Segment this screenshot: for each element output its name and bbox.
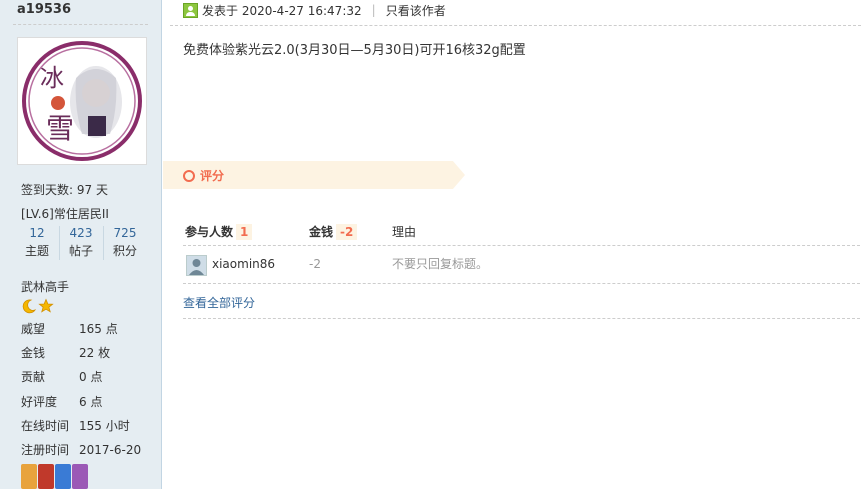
participants-count-badge: 1 bbox=[236, 224, 253, 240]
info-reputation: 好评度 6 点 bbox=[21, 393, 102, 411]
user-sidebar: a19536 冰 雪 签到天数: 97 天 [LV.6]常住居民II 12 主题… bbox=[0, 0, 162, 489]
divider bbox=[183, 318, 860, 319]
rating-row: xiaomin86 -2 不要只回复标题。 bbox=[183, 245, 860, 284]
rater-avatar-image bbox=[187, 256, 206, 275]
money-header-label: 金钱 bbox=[309, 225, 334, 239]
avatar-char-2: 雪 bbox=[46, 112, 74, 145]
info-value: 22 枚 bbox=[79, 346, 111, 360]
info-key: 好评度 bbox=[21, 395, 58, 409]
count-points-number[interactable]: 725 bbox=[103, 224, 147, 242]
info-register-time: 注册时间 2017-6-20 bbox=[21, 441, 141, 459]
avatar[interactable]: 冰 雪 bbox=[17, 37, 147, 165]
count-points[interactable]: 725 积分 bbox=[103, 224, 147, 262]
divider bbox=[13, 24, 148, 25]
count-posts-label: 帖子 bbox=[68, 244, 93, 258]
rater-avatar[interactable] bbox=[186, 255, 207, 276]
only-author-link[interactable]: 只看该作者 bbox=[386, 2, 446, 19]
money-header: 金钱 -2 bbox=[309, 223, 358, 240]
participants-header: 参与人数 1 bbox=[185, 223, 253, 240]
username-link[interactable]: a19536 bbox=[17, 2, 71, 17]
medals bbox=[21, 464, 88, 489]
info-money: 金钱 22 枚 bbox=[21, 344, 110, 362]
info-value: 165 点 bbox=[79, 322, 118, 336]
rank-stars bbox=[21, 298, 54, 314]
rating-table: 参与人数 1 金钱 -2 理由 xiaomin86 -2 不要只回复标题。 查看全部… bbox=[183, 218, 860, 319]
count-topics-label: 主题 bbox=[24, 244, 49, 258]
participants-header-label: 参与人数 bbox=[185, 225, 234, 239]
info-key: 金钱 bbox=[21, 346, 46, 360]
post-content: 免费体验紫光云2.0(3月30日—5月30日)可开16核32g配置 bbox=[183, 43, 526, 58]
post-time: 发表于 2020-4-27 16:47:32 bbox=[202, 3, 362, 18]
rating-ring-icon bbox=[183, 169, 195, 182]
info-value: 155 小时 bbox=[79, 419, 130, 433]
info-key: 威望 bbox=[21, 322, 46, 336]
count-topics-number[interactable]: 12 bbox=[15, 224, 59, 242]
info-contribution: 贡献 0 点 bbox=[21, 368, 102, 386]
medal-icon[interactable] bbox=[21, 464, 37, 489]
star-icon bbox=[38, 298, 54, 313]
user-level[interactable]: [LV.6]常住居民II bbox=[21, 205, 109, 222]
info-key: 贡献 bbox=[21, 370, 46, 384]
rating-table-header: 参与人数 1 金钱 -2 理由 bbox=[183, 218, 860, 245]
separator: | bbox=[371, 3, 376, 17]
info-value: 6 点 bbox=[79, 395, 103, 409]
info-online-time: 在线时间 155 小时 bbox=[21, 417, 130, 435]
rater-name-link[interactable]: xiaomin86 bbox=[212, 246, 275, 283]
count-points-label: 积分 bbox=[112, 244, 137, 258]
count-topics[interactable]: 12 主题 bbox=[15, 224, 59, 262]
info-key: 注册时间 bbox=[21, 443, 70, 457]
rating-title: 评分 bbox=[200, 169, 225, 183]
online-icon bbox=[183, 2, 198, 18]
info-value: 2017-6-20 bbox=[79, 443, 142, 457]
user-rank: 武林高手 bbox=[21, 280, 70, 294]
avatar-char-1: 冰 bbox=[40, 64, 64, 92]
user-counts: 12 主题 423 帖子 725 积分 bbox=[15, 224, 147, 262]
signin-days: 签到天数: 97 天 bbox=[21, 183, 108, 197]
medal-icon[interactable] bbox=[55, 464, 71, 489]
rater-money: -2 bbox=[309, 257, 321, 271]
count-posts[interactable]: 423 帖子 bbox=[59, 224, 103, 262]
post-header: 发表于 2020-4-27 16:47:32 | 只看该作者 bbox=[183, 0, 446, 20]
view-all-ratings-link[interactable]: 查看全部评分 bbox=[183, 294, 255, 311]
reason-header: 理由 bbox=[392, 225, 417, 239]
medal-icon[interactable] bbox=[38, 464, 54, 489]
info-prestige: 威望 165 点 bbox=[21, 320, 118, 338]
info-value: 0 点 bbox=[79, 370, 103, 384]
rating-label: 评分 bbox=[183, 167, 224, 184]
divider bbox=[170, 25, 861, 26]
rater-reason: 不要只回复标题。 bbox=[392, 257, 489, 271]
medal-icon[interactable] bbox=[72, 464, 88, 489]
moon-icon bbox=[22, 299, 37, 314]
count-posts-number[interactable]: 423 bbox=[59, 224, 103, 242]
money-total-badge: -2 bbox=[336, 224, 358, 240]
avatar-image: 冰 雪 bbox=[22, 41, 142, 161]
info-key: 在线时间 bbox=[21, 419, 70, 433]
